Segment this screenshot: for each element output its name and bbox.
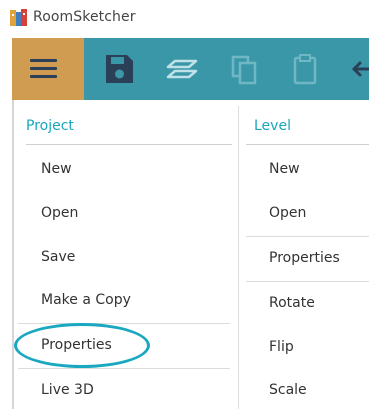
project-open-item[interactable]: Open — [41, 205, 78, 221]
level-open-item[interactable]: Open — [269, 205, 306, 221]
app-title: RoomSketcher — [33, 9, 136, 25]
project-make-copy-item[interactable]: Make a Copy — [41, 292, 131, 308]
layers-icon[interactable] — [165, 52, 199, 86]
save-icon[interactable] — [102, 52, 136, 86]
level-section-header: Level — [254, 118, 291, 134]
project-separator — [18, 368, 230, 369]
project-live-3d-item[interactable]: Live 3D — [41, 382, 94, 398]
copy-icon[interactable] — [228, 52, 262, 86]
undo-icon[interactable] — [348, 52, 369, 86]
column-divider — [238, 106, 239, 409]
title-bar: RoomSketcher — [0, 0, 369, 38]
paste-icon[interactable] — [288, 52, 322, 86]
level-flip-item[interactable]: Flip — [269, 339, 294, 355]
level-separator — [246, 281, 369, 282]
level-new-item[interactable]: New — [269, 161, 300, 177]
project-new-item[interactable]: New — [41, 161, 72, 177]
project-section-header: Project — [26, 118, 74, 134]
project-save-item[interactable]: Save — [41, 249, 75, 265]
level-header-divider — [246, 144, 369, 145]
project-separator — [18, 323, 230, 324]
level-scale-item[interactable]: Scale — [269, 382, 307, 398]
project-properties-item[interactable]: Properties — [41, 337, 112, 353]
main-toolbar — [12, 38, 369, 100]
project-header-divider — [26, 144, 232, 145]
level-separator — [246, 236, 369, 237]
level-rotate-item[interactable]: Rotate — [269, 295, 315, 311]
main-menu-button[interactable] — [12, 38, 84, 100]
level-properties-item[interactable]: Properties — [269, 250, 340, 266]
roomsketcher-app-icon — [10, 9, 27, 26]
